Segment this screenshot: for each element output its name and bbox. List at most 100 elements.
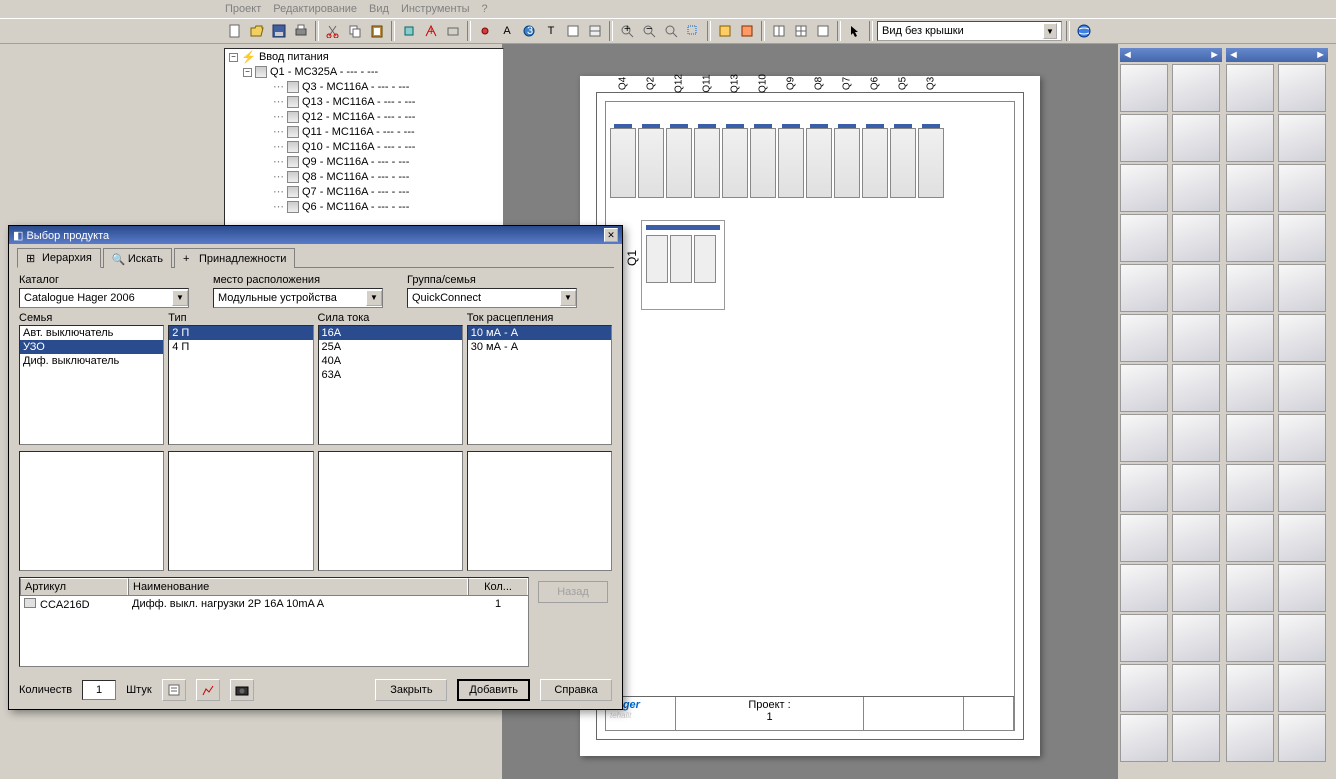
list-item[interactable]: 25A [319, 340, 462, 354]
tree-item[interactable]: ⋯Q8 - MC116A - --- - --- [225, 169, 503, 184]
palette-item[interactable] [1172, 464, 1220, 512]
view2-icon[interactable] [737, 21, 757, 41]
list-item[interactable]: Диф. выключатель [20, 354, 163, 368]
palette-item[interactable] [1278, 214, 1326, 262]
palette-item[interactable] [1120, 414, 1168, 462]
list-item[interactable]: УЗО [20, 340, 163, 354]
circuit-device[interactable] [722, 128, 748, 198]
palette-nav-right[interactable]: ◄► [1226, 48, 1328, 62]
tool2-icon[interactable]: + [421, 21, 441, 41]
palette-item[interactable] [1278, 664, 1326, 712]
close-icon[interactable]: ✕ [604, 228, 618, 242]
palette-item[interactable] [1226, 314, 1274, 362]
palette-item[interactable] [1278, 164, 1326, 212]
zoom-out-icon[interactable]: − [639, 21, 659, 41]
palette-item[interactable] [1226, 214, 1274, 262]
tool1-icon[interactable] [399, 21, 419, 41]
location-combo[interactable]: Модульные устройства▼ [213, 288, 383, 308]
palette-item[interactable] [1278, 64, 1326, 112]
circuit-device[interactable] [918, 128, 944, 198]
zoom-fit-icon[interactable] [661, 21, 681, 41]
palette-item[interactable] [1226, 614, 1274, 662]
palette-item[interactable] [1120, 714, 1168, 762]
palette-item[interactable] [1172, 264, 1220, 312]
tree-item[interactable]: ⋯Q11 - MC116A - --- - --- [225, 124, 503, 139]
chevron-down-icon[interactable]: ▼ [366, 290, 382, 306]
menu-edit[interactable]: Редактирование [273, 3, 357, 15]
list-item[interactable]: 40A [319, 354, 462, 368]
palette-item[interactable] [1278, 464, 1326, 512]
expander-icon[interactable]: − [229, 53, 238, 62]
chart-icon[interactable] [196, 679, 220, 701]
tree-item[interactable]: ⋯Q10 - MC116A - --- - --- [225, 139, 503, 154]
palette-item[interactable] [1172, 614, 1220, 662]
tree-root[interactable]: Ввод питания [259, 51, 329, 63]
tab-accessories[interactable]: +Принадлежности [174, 248, 295, 268]
palette-item[interactable] [1226, 364, 1274, 412]
expander-icon[interactable]: − [243, 68, 252, 77]
palette-item[interactable] [1278, 114, 1326, 162]
copy-icon[interactable] [345, 21, 365, 41]
palette-item[interactable] [1172, 64, 1220, 112]
palette-item[interactable] [1172, 314, 1220, 362]
tree-item[interactable]: ⋯Q3 - MC116A - --- - --- [225, 79, 503, 94]
palette-item[interactable] [1172, 164, 1220, 212]
tool5-icon[interactable]: 3 [519, 21, 539, 41]
tree-item[interactable]: ⋯Q12 - MC116A - --- - --- [225, 109, 503, 124]
menu-help[interactable]: ? [482, 3, 488, 15]
palette-item[interactable] [1226, 164, 1274, 212]
tab-hierarchy[interactable]: ⊞Иерархия [17, 248, 101, 268]
palette-item[interactable] [1172, 514, 1220, 562]
catalog-combo[interactable]: Catalogue Hager 2006▼ [19, 288, 189, 308]
palette-item[interactable] [1278, 714, 1326, 762]
quantity-input[interactable] [82, 680, 116, 700]
list-item[interactable]: 10 мА - A [468, 326, 611, 340]
palette-item[interactable] [1226, 414, 1274, 462]
palette-item[interactable] [1120, 214, 1168, 262]
table-row[interactable]: CCA216D Дифф. выкл. нагрузки 2P 16A 10mA… [20, 596, 528, 613]
tool3-icon[interactable] [443, 21, 463, 41]
palette-item[interactable] [1278, 514, 1326, 562]
circuit-device[interactable] [694, 128, 720, 198]
new-icon[interactable] [225, 21, 245, 41]
palette-item[interactable] [1226, 464, 1274, 512]
chevron-down-icon[interactable]: ▼ [560, 290, 576, 306]
list-item[interactable]: 4 П [169, 340, 312, 354]
circuit-device[interactable] [778, 128, 804, 198]
view1-icon[interactable] [715, 21, 735, 41]
palette-item[interactable] [1172, 414, 1220, 462]
palette-item[interactable] [1278, 264, 1326, 312]
circuit-device[interactable] [666, 128, 692, 198]
print-icon[interactable] [291, 21, 311, 41]
tree-item[interactable]: ⋯Q9 - MC116A - --- - --- [225, 154, 503, 169]
menu-view[interactable]: Вид [369, 3, 389, 15]
palette-item[interactable] [1172, 664, 1220, 712]
circuit-device[interactable] [610, 128, 636, 198]
empty-listbox[interactable] [467, 451, 612, 571]
group-combo[interactable]: QuickConnect▼ [407, 288, 577, 308]
tab-search[interactable]: 🔍Искать [103, 248, 172, 268]
tree-panel[interactable]: −⚡Ввод питания −Q1 - MC325A - --- - --- … [224, 48, 504, 228]
grid2-icon[interactable] [791, 21, 811, 41]
palette-item[interactable] [1226, 264, 1274, 312]
tree-item[interactable]: ⋯Q6 - MC116A - --- - --- [225, 199, 503, 214]
palette-item[interactable] [1172, 714, 1220, 762]
palette-item[interactable] [1120, 314, 1168, 362]
menu-project[interactable]: Проект [225, 3, 261, 15]
tree-item[interactable]: ⋯Q13 - MC116A - --- - --- [225, 94, 503, 109]
list-item[interactable]: 2 П [169, 326, 312, 340]
palette-item[interactable] [1226, 564, 1274, 612]
palette-item[interactable] [1226, 664, 1274, 712]
palette-item[interactable] [1120, 614, 1168, 662]
combo-arrow-icon[interactable]: ▼ [1043, 23, 1057, 39]
family-listbox[interactable]: Авт. выключательУЗОДиф. выключатель [19, 325, 164, 445]
circuit-device[interactable] [834, 128, 860, 198]
palette-item[interactable] [1172, 214, 1220, 262]
palette-item[interactable] [1226, 714, 1274, 762]
camera-icon[interactable] [230, 679, 254, 701]
empty-listbox[interactable] [318, 451, 463, 571]
palette-item[interactable] [1120, 164, 1168, 212]
palette-item[interactable] [1120, 364, 1168, 412]
type-listbox[interactable]: 2 П4 П [168, 325, 313, 445]
device-row[interactable]: Q4Q2Q12Q11Q13Q10Q9Q8Q7Q6Q5Q3 [606, 102, 946, 202]
